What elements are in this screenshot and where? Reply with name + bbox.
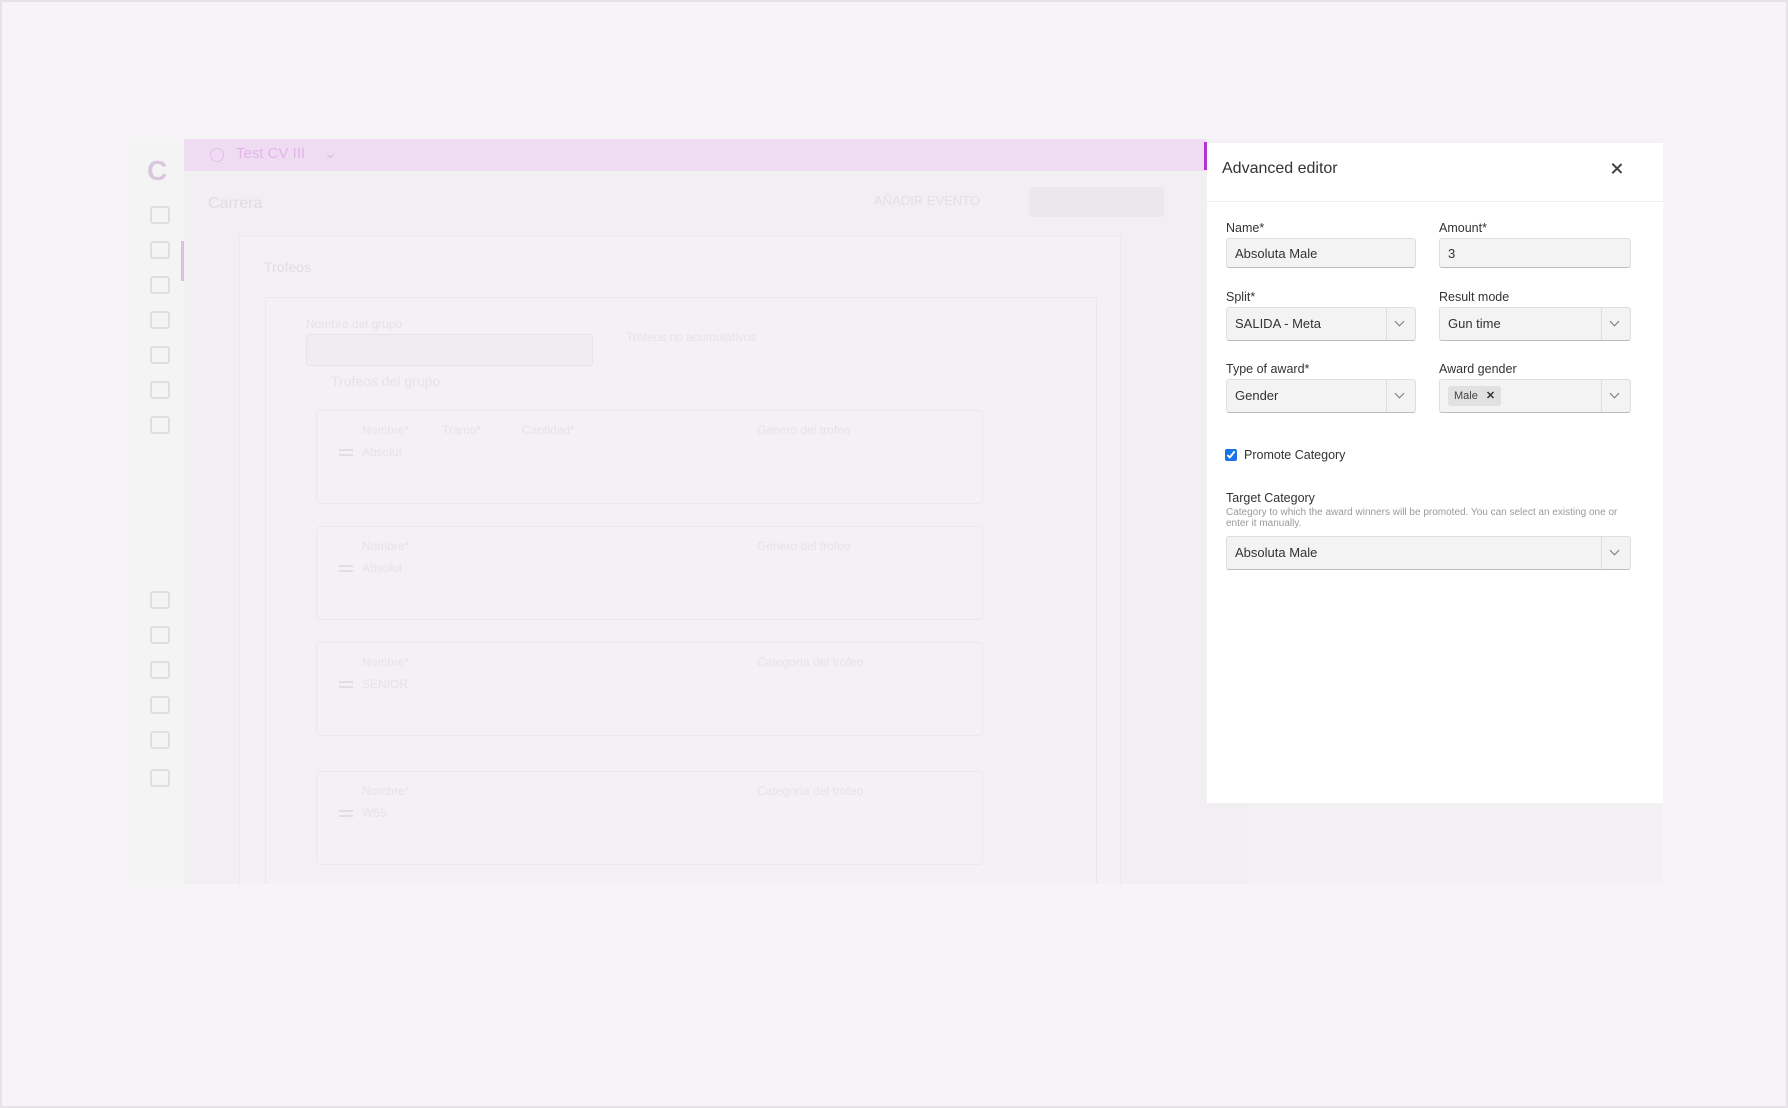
award-gender-select[interactable]: Male ✕ [1439,379,1631,413]
chevron-down-icon[interactable] [1386,308,1415,340]
award-type-label: Type of award* [1226,362,1310,376]
bug-icon[interactable] [150,661,170,679]
chart-icon[interactable] [150,206,170,224]
add-event-button[interactable]: AÑADIR EVENTO [874,193,980,208]
group-name-input[interactable] [306,334,593,366]
group-trophies-title: Trofeos del grupo [331,373,441,389]
chevron-down-icon[interactable] [1601,537,1630,569]
logout-icon[interactable] [150,769,170,787]
sync-icon[interactable] [150,626,170,644]
drag-handle-icon[interactable] [339,449,353,456]
row-name[interactable]: SENIOR [362,677,408,691]
chevron-down-icon[interactable] [1386,380,1415,412]
result-mode-select[interactable]: Gun time [1439,307,1631,341]
split-label: Split* [1226,290,1256,304]
result-mode-value: Gun time [1448,316,1501,331]
chevron-down-icon[interactable]: ⌄ [324,144,337,162]
column-label: Nombre* [362,784,410,798]
promote-category-checkbox[interactable] [1225,449,1237,461]
name-input[interactable] [1226,238,1416,268]
drag-handle-icon[interactable] [339,681,353,688]
chip-label: Male [1454,390,1478,402]
table-row: Nombre* SENIOR Categoría del trofeo [316,642,983,736]
table-row: Nombre* Absolut Tramo* Cantidad* Género … [316,410,983,504]
advanced-editor-panel: Advanced editor Name* Amount* Split* SAL… [1207,143,1663,803]
column-label: Cantidad* [522,423,575,437]
panel-header: Advanced editor [1207,143,1663,202]
app-logo: C [147,155,168,186]
result-mode-label: Result mode [1439,290,1510,304]
help-icon[interactable] [150,696,170,714]
split-select[interactable]: SALIDA - Meta [1226,307,1416,341]
table-row: Nombre* W55 Categoría del trofeo [316,771,983,865]
sidebar: C [127,139,184,884]
drag-handle-icon[interactable] [339,565,353,572]
section-title: Trofeos [264,259,311,275]
column-label: Género del trofeo [757,423,851,437]
group-name-label: Nombre del grupo [306,317,403,331]
back-icon[interactable] [210,148,224,162]
row-name[interactable]: W55 [362,806,387,820]
target-category-select[interactable]: Absoluta Male [1226,536,1631,570]
non-cumulative-label: Trofeos no acumulativos [626,330,757,344]
column-label: Nombre* [362,655,410,669]
remove-chip-icon[interactable]: ✕ [1486,390,1495,402]
trophies-card: Trofeos Nombre del grupo Trofeos no acum… [239,236,1121,884]
target-category-label: Target Category [1226,491,1315,505]
amount-label: Amount* [1439,221,1487,235]
runner-icon[interactable] [150,276,170,294]
chevron-down-icon[interactable] [1601,308,1630,340]
grid-icon[interactable] [150,416,170,434]
gear-icon[interactable] [150,731,170,749]
drag-handle-icon[interactable] [339,810,353,817]
award-type-value: Gender [1235,388,1279,403]
award-type-select[interactable]: Gender [1226,379,1416,413]
award-gender-label: Award gender [1439,362,1517,376]
split-value: SALIDA - Meta [1235,316,1321,331]
name-label: Name* [1226,221,1265,235]
event-title[interactable]: Test CV III [236,145,305,162]
breadcrumb: Carrera [208,195,263,212]
antenna-icon[interactable] [150,591,170,609]
column-label: Nombre* [362,539,410,553]
column-label: Categoría del trofeo [757,655,864,669]
top-bar: Test CV III ⌄ [184,139,1206,171]
target-category-help: Category to which the award winners will… [1226,507,1618,529]
clock-icon[interactable] [150,381,170,399]
column-label: Tramo* [442,423,481,437]
chevron-down-icon[interactable] [1601,380,1630,412]
row-name[interactable]: Absolut [362,445,402,459]
main-content: Carrera AÑADIR EVENTO Trofeos Nombre del… [184,171,1249,884]
scan-icon[interactable] [150,311,170,329]
close-icon[interactable] [1605,158,1629,182]
target-category-value: Absoluta Male [1235,545,1318,560]
row-name[interactable]: Absolut [362,561,402,575]
column-label: Género del trofeo [757,539,851,553]
document-icon[interactable] [150,346,170,364]
amount-input[interactable] [1439,238,1631,268]
gender-chip: Male ✕ [1448,386,1502,406]
panel-title: Advanced editor [1222,160,1338,177]
column-label: Nombre* [362,423,410,437]
promote-category-label[interactable]: Promote Category [1244,448,1345,462]
table-row: Nombre* Absolut Género del trofeo [316,526,983,620]
column-label: Categoría del trofeo [757,784,864,798]
trophy-group: Nombre del grupo Trofeos no acumulativos… [265,297,1097,884]
primary-button[interactable] [1029,187,1164,217]
trophy-icon[interactable] [150,241,170,259]
